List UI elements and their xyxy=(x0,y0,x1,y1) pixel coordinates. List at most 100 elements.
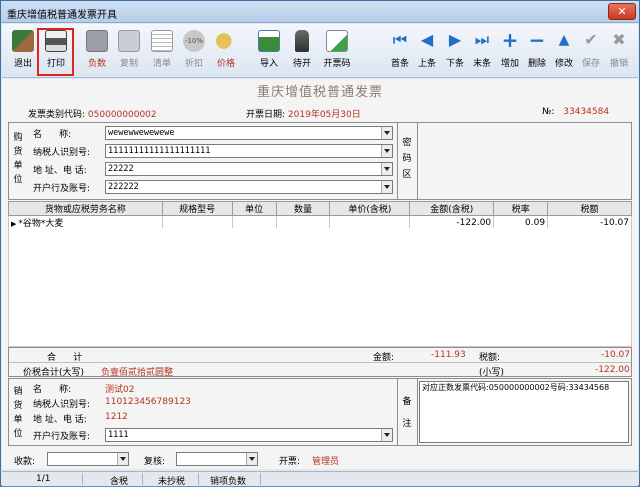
status-bar: 1/1 含税 未抄税 销项负数 xyxy=(2,471,638,487)
invoice-number: №: 33434584 xyxy=(542,107,609,117)
seller-name-value: 测试02 xyxy=(105,385,135,395)
seller-name-label: 名 称: xyxy=(33,385,72,395)
prev-record-icon: ◀ xyxy=(420,30,434,49)
discount-icon: -10% xyxy=(183,30,205,52)
undo-button[interactable]: ✖ 撤销 xyxy=(605,28,633,74)
save-icon: ✔ xyxy=(584,30,598,49)
chevron-down-icon[interactable] xyxy=(381,429,392,441)
buyer-section: 购货单位 名 称: wewewwewewewe 纳税人识别号: 11111111… xyxy=(8,122,632,200)
seller-bank-input[interactable]: 1111 xyxy=(105,428,393,442)
buyer-address-label: 地 址、电 话: xyxy=(33,166,87,176)
small-value: -122.00 xyxy=(595,365,630,375)
edit-button[interactable]: ▲ 修改 xyxy=(550,28,578,74)
buyer-address-input[interactable]: 22222 xyxy=(105,162,393,176)
payee-label: 收款: xyxy=(14,457,36,467)
col-header: 货物或应税劳务名称 xyxy=(8,201,163,216)
discount-button[interactable]: -10% 折扣 xyxy=(179,28,209,74)
invoice-type-code: 发票类别代码: 050000000002 xyxy=(28,107,157,120)
chevron-down-icon[interactable] xyxy=(246,453,257,465)
seller-bank-label: 开户行及账号: xyxy=(33,432,91,442)
invoice-sheet: 重庆增值税普通发票 发票类别代码: 050000000002 开票日期: 201… xyxy=(2,79,638,469)
buyer-name-input[interactable]: wewewwewewewe xyxy=(105,126,393,140)
copy-label: 复制 xyxy=(119,59,138,69)
number-label: №: xyxy=(542,107,555,117)
chevron-down-icon[interactable] xyxy=(381,163,392,175)
payee-select[interactable] xyxy=(47,452,129,466)
pending-button[interactable]: 待开 xyxy=(287,28,317,74)
chevron-down-icon[interactable] xyxy=(381,145,392,157)
buyer-bank-input[interactable]: 222222 xyxy=(105,180,393,194)
chevron-down-icon[interactable] xyxy=(117,453,128,465)
last-record-button[interactable]: ⏭ 末条 xyxy=(468,28,496,74)
seller-tax-id-label: 纳税人识别号: xyxy=(33,400,91,410)
price-tax-label: 价税合计(大写) xyxy=(23,368,85,378)
buyer-tax-id-label: 纳税人识别号: xyxy=(33,148,91,158)
edit-label: 修改 xyxy=(554,59,573,69)
last-record-label: 末条 xyxy=(472,59,491,69)
negative-button[interactable]: 负数 xyxy=(82,28,112,74)
amount-value: -111.93 xyxy=(431,350,466,360)
small-label: (小写) xyxy=(479,368,505,378)
save-label: 保存 xyxy=(581,59,600,69)
col-header: 单价(含税) xyxy=(329,201,411,216)
save-button[interactable]: ✔ 保存 xyxy=(577,28,605,74)
edit-icon: ▲ xyxy=(558,32,570,48)
next-record-button[interactable]: ▶ 下条 xyxy=(441,28,469,74)
price-label: 价格 xyxy=(216,59,235,69)
title-bar: 重庆增值税普通发票开具 ✕ xyxy=(1,1,639,23)
col-header: 税率 xyxy=(493,201,549,216)
chevron-down-icon[interactable] xyxy=(381,181,392,193)
reviewer-select[interactable] xyxy=(176,452,258,466)
table-empty-area xyxy=(8,228,632,347)
negative-label: 负数 xyxy=(87,59,106,69)
delete-button[interactable]: − 删除 xyxy=(523,28,551,74)
table-header-row: 货物或应税劳务名称 规格型号 单位 数量 单价(含税) 金额(含税) 税率 税额 xyxy=(8,201,632,216)
status-copy: 未抄税 xyxy=(158,477,186,487)
next-record-label: 下条 xyxy=(445,59,464,69)
chevron-down-icon[interactable] xyxy=(381,127,392,139)
window-title: 重庆增值税普通发票开具 xyxy=(7,10,117,21)
date-label: 开票日期: xyxy=(246,110,286,120)
add-icon: + xyxy=(501,28,519,52)
password-area-label: 密码区 xyxy=(402,138,412,180)
invoice-code-icon xyxy=(326,30,348,52)
type-code-value: 050000000002 xyxy=(87,110,157,120)
toolbar: 退出 打印 负数 复制 清单 -10% 折扣 价格 导入 待开 开票码 ⏮ 首条… xyxy=(2,24,638,78)
status-kind: 销项负数 xyxy=(210,477,247,487)
invoice-code-label: 开票码 xyxy=(323,59,351,69)
remark-textarea[interactable]: 对应正数发票代码:050000000002号码:33434568 xyxy=(419,381,629,443)
copy-button[interactable]: 复制 xyxy=(114,28,144,74)
remark-label: 备注 xyxy=(402,397,412,429)
col-header: 规格型号 xyxy=(161,201,233,216)
invoice-window: 重庆增值税普通发票开具 ✕ 退出 打印 负数 复制 清单 -10% 折扣 价格 … xyxy=(0,0,640,487)
invoice-date: 开票日期: 2019年05月30日 xyxy=(246,107,361,120)
col-header: 数量 xyxy=(275,201,331,216)
totals-section: 合 计 金额: -111.93 税额: -10.07 价税合计(大写) 负壹佰贰… xyxy=(8,347,632,378)
delete-label: 删除 xyxy=(527,59,546,69)
seller-address-label: 地 址、电 话: xyxy=(33,415,87,425)
buyer-tax-id-input[interactable]: 11111111111111111111 xyxy=(105,144,393,158)
reviewer-label: 复核: xyxy=(144,457,166,467)
close-button[interactable]: ✕ xyxy=(608,3,636,20)
exit-button[interactable]: 退出 xyxy=(8,28,38,74)
pending-label: 待开 xyxy=(292,59,311,69)
seller-tax-id-value: 110123456789123 xyxy=(105,397,191,407)
list-label: 清单 xyxy=(152,59,171,69)
prev-record-button[interactable]: ◀ 上条 xyxy=(413,28,441,74)
pending-icon xyxy=(295,30,309,52)
date-value: 2019年05月30日 xyxy=(287,110,361,120)
list-button[interactable]: 清单 xyxy=(147,28,177,74)
import-label: 导入 xyxy=(259,59,278,69)
import-button[interactable]: 导入 xyxy=(254,28,284,74)
status-page: 1/1 xyxy=(36,474,51,484)
buyer-bank-label: 开户行及账号: xyxy=(33,184,91,194)
import-icon xyxy=(258,30,280,52)
invoice-code-button[interactable]: 开票码 xyxy=(320,28,354,74)
add-button[interactable]: + 增加 xyxy=(496,28,524,74)
discount-label: 折扣 xyxy=(184,59,203,69)
seller-section: 销货单位 名 称: 测试02 纳税人识别号: 110123456789123 地… xyxy=(8,378,632,446)
seller-address-value: 1212 xyxy=(105,412,128,422)
first-record-button[interactable]: ⏮ 首条 xyxy=(386,28,414,74)
price-button[interactable]: 价格 xyxy=(211,28,241,74)
price-tax-upper-value: 负壹佰贰拾贰圆整 xyxy=(101,368,174,378)
